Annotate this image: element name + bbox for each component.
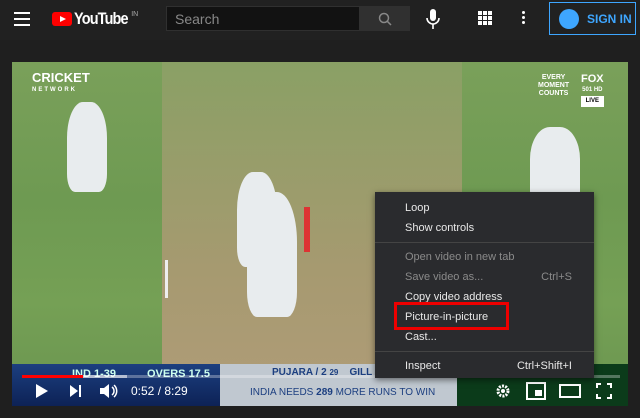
account-icon xyxy=(559,8,579,29)
sign-in-label: SIGN IN xyxy=(587,11,632,26)
menu-separator xyxy=(375,351,594,352)
microphone-icon[interactable] xyxy=(424,8,442,30)
logo-text: YouTube xyxy=(74,9,129,28)
menu-item-label: Save video as... xyxy=(405,271,484,283)
played-bar xyxy=(22,375,83,378)
menu-item-save-video-as: Save video as... Ctrl+S xyxy=(375,267,594,287)
youtube-logo[interactable]: YouTube IN xyxy=(52,9,138,29)
theater-mode-icon[interactable] xyxy=(559,384,581,398)
search-button[interactable] xyxy=(360,6,410,31)
region-label: IN xyxy=(131,10,139,18)
more-options-icon[interactable] xyxy=(522,11,526,26)
menu-item-label: Open video in new tab xyxy=(405,251,515,263)
youtube-play-icon xyxy=(52,12,72,26)
cricket-network-logo: CRICKET NETWORK xyxy=(32,70,90,93)
fullscreen-icon[interactable] xyxy=(596,383,612,399)
miniplayer-icon[interactable] xyxy=(526,382,546,400)
highlight-box xyxy=(394,302,509,330)
menu-item-shortcut: Ctrl+Shift+I xyxy=(516,360,572,372)
apps-icon[interactable] xyxy=(478,11,492,25)
volume-icon[interactable] xyxy=(100,383,118,399)
time-display: 0:52 / 8:29 xyxy=(131,384,188,398)
menu-item-label: Inspect xyxy=(405,360,441,372)
top-bar: YouTube IN Search SIGN IN xyxy=(0,0,640,40)
batsman xyxy=(247,192,297,317)
menu-separator xyxy=(375,242,594,243)
overs: OVERS 17.5 xyxy=(147,368,210,380)
menu-item-loop[interactable]: Loop xyxy=(375,198,594,218)
menu-icon[interactable] xyxy=(14,12,30,26)
settings-icon[interactable] xyxy=(496,384,510,398)
play-icon[interactable] xyxy=(36,384,48,398)
tagline: EVERY MOMENT COUNTS xyxy=(538,74,570,97)
stumps xyxy=(304,207,310,252)
menu-item-cast[interactable]: Cast... xyxy=(375,327,594,347)
search-icon xyxy=(378,12,392,26)
menu-item-label: Loop xyxy=(405,202,430,214)
menu-item-inspect[interactable]: Inspect Ctrl+Shift+I xyxy=(375,356,594,376)
next-icon[interactable] xyxy=(70,385,82,397)
menu-item-open-video-in-new-tab: Open video in new tab xyxy=(375,247,594,267)
team-score: IND 1-39 xyxy=(72,368,117,380)
context-menu: Loop Show controls Open video in new tab Sa… xyxy=(375,192,594,378)
fox-logo: FOX 501 HD LIVE xyxy=(581,74,604,107)
crease-line xyxy=(165,260,168,298)
menu-item-show-controls[interactable]: Show controls xyxy=(375,218,594,238)
sign-in-button[interactable]: SIGN IN xyxy=(549,2,636,35)
fielder xyxy=(67,102,107,192)
menu-item-label: Cast... xyxy=(405,331,437,343)
menu-item-label: Show controls xyxy=(405,222,475,234)
menu-item-shortcut: Ctrl+S xyxy=(541,271,572,283)
search-input[interactable]: Search xyxy=(166,6,360,31)
